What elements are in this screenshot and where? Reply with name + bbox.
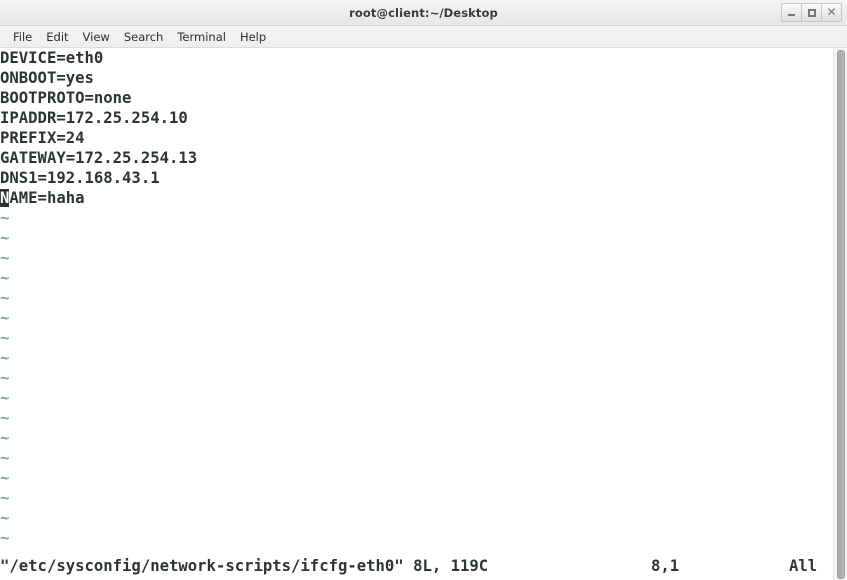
minimize-icon <box>788 14 795 16</box>
window-title: root@client:~/Desktop <box>349 5 498 20</box>
maximize-button[interactable] <box>801 3 822 22</box>
status-file-info: "/etc/sysconfig/network-scripts/ifcfg-et… <box>0 557 489 575</box>
empty-line-marker: ~ <box>0 329 10 347</box>
close-icon: ✕ <box>826 4 837 19</box>
empty-line-marker: ~ <box>0 309 10 327</box>
terminal-viewport[interactable]: DEVICE=eth0 ONBOOT=yes BOOTPROTO=none IPADD… <box>0 48 847 580</box>
scrollbar-thumb[interactable] <box>837 50 845 579</box>
vim-buffer[interactable]: DEVICE=eth0 ONBOOT=yes BOOTPROTO=none IPADD… <box>0 48 197 548</box>
empty-line-marker: ~ <box>0 369 10 387</box>
text-cursor: N <box>0 189 10 207</box>
vertical-scrollbar[interactable] <box>833 48 847 580</box>
buffer-line: IPADDR=172.25.254.10 <box>0 109 188 127</box>
terminal-window: root@client:~/Desktop ✕ File Edit View S… <box>0 0 847 580</box>
vim-editor[interactable]: DEVICE=eth0 ONBOOT=yes BOOTPROTO=none IPADD… <box>0 48 833 580</box>
empty-line-marker: ~ <box>0 289 10 307</box>
menu-item-file[interactable]: File <box>6 28 39 46</box>
menu-item-view[interactable]: View <box>76 28 117 46</box>
empty-line-marker: ~ <box>0 349 10 367</box>
empty-line-marker: ~ <box>0 249 10 267</box>
buffer-line: PREFIX=24 <box>0 129 85 147</box>
menu-item-edit[interactable]: Edit <box>39 28 75 46</box>
vim-status-line: "/etc/sysconfig/network-scripts/ifcfg-et… <box>0 556 833 576</box>
empty-line-marker: ~ <box>0 209 10 227</box>
status-scroll-indicator: All <box>789 557 818 575</box>
close-button[interactable]: ✕ <box>821 3 842 22</box>
buffer-line: ONBOOT=yes <box>0 69 94 87</box>
empty-line-marker: ~ <box>0 229 10 247</box>
buffer-line-cursor: NAME=haha <box>0 188 197 208</box>
menu-item-terminal[interactable]: Terminal <box>170 28 233 46</box>
menu-item-help[interactable]: Help <box>233 28 273 46</box>
empty-line-marker: ~ <box>0 449 10 467</box>
minimize-button[interactable] <box>781 3 802 22</box>
menu-item-search[interactable]: Search <box>117 28 171 46</box>
empty-line-marker: ~ <box>0 509 10 527</box>
buffer-line: DNS1=192.168.43.1 <box>0 169 160 187</box>
buffer-line-text: AME=haha <box>9 189 85 207</box>
empty-line-marker: ~ <box>0 269 10 287</box>
empty-line-marker: ~ <box>0 389 10 407</box>
empty-line-marker: ~ <box>0 529 10 547</box>
empty-line-marker: ~ <box>0 469 10 487</box>
title-bar[interactable]: root@client:~/Desktop ✕ <box>0 0 847 26</box>
buffer-line: GATEWAY=172.25.254.13 <box>0 149 198 167</box>
buffer-line: DEVICE=eth0 <box>0 49 104 67</box>
status-cursor-position: 8,1 <box>651 557 680 575</box>
empty-line-marker: ~ <box>0 409 10 427</box>
maximize-icon <box>807 8 816 17</box>
empty-line-marker: ~ <box>0 429 10 447</box>
empty-line-marker: ~ <box>0 489 10 507</box>
window-controls: ✕ <box>781 3 842 22</box>
menu-bar: File Edit View Search Terminal Help <box>0 26 847 48</box>
buffer-line: BOOTPROTO=none <box>0 89 132 107</box>
